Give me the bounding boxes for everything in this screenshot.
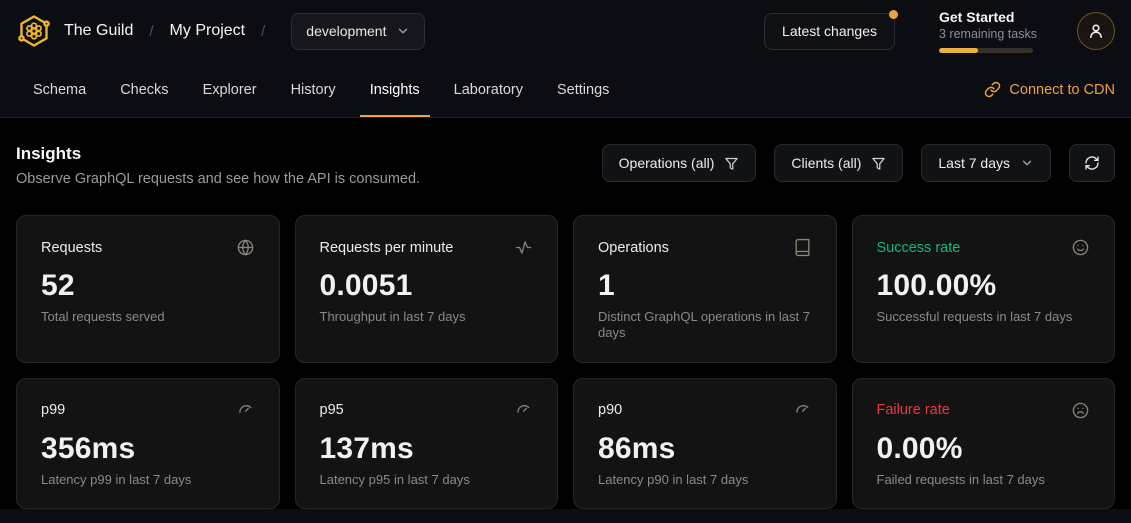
stat-cards-grid: Requests 52 Total requests served Reques… bbox=[16, 215, 1115, 509]
stat-card[interactable]: Requests 52 Total requests served bbox=[16, 215, 280, 363]
stat-card-description: Total requests served bbox=[41, 309, 255, 325]
stat-card[interactable]: Failure rate 0.00% Failed requests in la… bbox=[852, 378, 1116, 509]
stat-card[interactable]: Operations 1 Distinct GraphQL operations… bbox=[573, 215, 837, 363]
tab-list: Schema Checks Explorer History Insights … bbox=[23, 62, 619, 117]
clients-filter-label: Clients (all) bbox=[791, 155, 861, 171]
stat-card[interactable]: Success rate 100.00% Successful requests… bbox=[852, 215, 1116, 363]
link-icon bbox=[984, 81, 1001, 98]
page-subtitle: Observe GraphQL requests and see how the… bbox=[16, 171, 420, 187]
stat-card-description: Latency p90 in last 7 days bbox=[598, 472, 812, 488]
connect-to-cdn-link[interactable]: Connect to CDN bbox=[984, 62, 1115, 117]
org-name[interactable]: The Guild bbox=[64, 22, 133, 40]
tab-insights[interactable]: Insights bbox=[360, 62, 430, 117]
get-started-title: Get Started bbox=[939, 9, 1033, 25]
gauge-icon bbox=[514, 401, 533, 420]
gauge-icon bbox=[793, 401, 812, 420]
breadcrumb-separator: / bbox=[257, 23, 269, 40]
period-select[interactable]: Last 7 days bbox=[921, 144, 1051, 182]
globe-icon bbox=[236, 238, 255, 257]
top-header: The Guild / My Project / development Lat… bbox=[0, 0, 1131, 62]
filter-icon bbox=[724, 156, 739, 171]
target-selected-label: development bbox=[306, 23, 386, 39]
get-started-subtitle: 3 remaining tasks bbox=[939, 27, 1033, 41]
stat-card-value: 356ms bbox=[41, 432, 255, 466]
stat-card-title: p95 bbox=[320, 402, 344, 418]
gauge-icon bbox=[236, 401, 255, 420]
tab-schema[interactable]: Schema bbox=[23, 62, 96, 117]
stat-card-value: 0.00% bbox=[877, 432, 1091, 466]
stat-card-value: 0.0051 bbox=[320, 269, 534, 303]
stat-card-description: Latency p95 in last 7 days bbox=[320, 472, 534, 488]
stat-card[interactable]: p99 356ms Latency p99 in last 7 days bbox=[16, 378, 280, 509]
stat-card-value: 52 bbox=[41, 269, 255, 303]
stat-card-value: 100.00% bbox=[877, 269, 1091, 303]
get-started-progressbar bbox=[939, 48, 1033, 53]
stat-card-description: Latency p99 in last 7 days bbox=[41, 472, 255, 488]
filter-icon bbox=[871, 156, 886, 171]
stat-card-title: Operations bbox=[598, 240, 669, 256]
operations-filter-label: Operations (all) bbox=[619, 155, 715, 171]
guild-logo-icon[interactable] bbox=[16, 13, 52, 49]
stat-card-value: 137ms bbox=[320, 432, 534, 466]
user-icon bbox=[1086, 21, 1106, 41]
stat-card-description: Throughput in last 7 days bbox=[320, 309, 534, 325]
smile-icon bbox=[1071, 238, 1090, 257]
page-title: Insights bbox=[16, 144, 420, 164]
stat-card-description: Successful requests in last 7 days bbox=[877, 309, 1091, 325]
get-started-progress-fill bbox=[939, 48, 978, 53]
target-selector[interactable]: development bbox=[291, 13, 425, 50]
stat-card-title: Success rate bbox=[877, 240, 961, 256]
stat-card-title: p90 bbox=[598, 402, 622, 418]
stat-card-title: Requests per minute bbox=[320, 240, 454, 256]
stat-card-value: 86ms bbox=[598, 432, 812, 466]
operations-filter-button[interactable]: Operations (all) bbox=[602, 144, 757, 182]
get-started-widget[interactable]: Get Started 3 remaining tasks bbox=[939, 9, 1033, 53]
activity-icon bbox=[514, 238, 533, 257]
stat-card[interactable]: Requests per minute 0.0051 Throughput in… bbox=[295, 215, 559, 363]
breadcrumb-separator: / bbox=[145, 23, 157, 40]
project-name[interactable]: My Project bbox=[170, 22, 246, 40]
notification-dot bbox=[889, 10, 898, 19]
book-icon bbox=[793, 238, 812, 257]
tab-history[interactable]: History bbox=[281, 62, 346, 117]
stat-card-description: Distinct GraphQL operations in last 7 da… bbox=[598, 309, 812, 342]
tab-laboratory[interactable]: Laboratory bbox=[444, 62, 533, 117]
latest-changes-button[interactable]: Latest changes bbox=[764, 13, 895, 50]
stat-card[interactable]: p90 86ms Latency p90 in last 7 days bbox=[573, 378, 837, 509]
tab-checks[interactable]: Checks bbox=[110, 62, 178, 117]
tab-settings[interactable]: Settings bbox=[547, 62, 619, 117]
stat-card-title: Failure rate bbox=[877, 402, 950, 418]
breadcrumb: The Guild / My Project / development bbox=[16, 13, 425, 50]
connect-to-cdn-label: Connect to CDN bbox=[1009, 82, 1115, 98]
insights-page: Insights Observe GraphQL requests and se… bbox=[0, 118, 1131, 509]
chevron-down-icon bbox=[396, 24, 410, 38]
footer-strip bbox=[0, 509, 1131, 523]
refresh-button[interactable] bbox=[1069, 144, 1115, 182]
user-avatar[interactable] bbox=[1077, 12, 1115, 50]
page-heading: Insights Observe GraphQL requests and se… bbox=[16, 144, 420, 187]
refresh-icon bbox=[1084, 155, 1100, 171]
stat-card-description: Failed requests in last 7 days bbox=[877, 472, 1091, 488]
stat-card[interactable]: p95 137ms Latency p95 in last 7 days bbox=[295, 378, 559, 509]
stat-card-value: 1 bbox=[598, 269, 812, 303]
period-select-label: Last 7 days bbox=[938, 155, 1010, 171]
insights-toolbar: Operations (all) Clients (all) Last 7 da… bbox=[602, 144, 1115, 182]
chevron-down-icon bbox=[1020, 156, 1034, 170]
stat-card-title: p99 bbox=[41, 402, 65, 418]
frown-icon bbox=[1071, 401, 1090, 420]
stat-card-title: Requests bbox=[41, 240, 102, 256]
latest-changes-label: Latest changes bbox=[782, 23, 877, 39]
clients-filter-button[interactable]: Clients (all) bbox=[774, 144, 903, 182]
project-tabbar: Schema Checks Explorer History Insights … bbox=[0, 62, 1131, 118]
tab-explorer[interactable]: Explorer bbox=[193, 62, 267, 117]
